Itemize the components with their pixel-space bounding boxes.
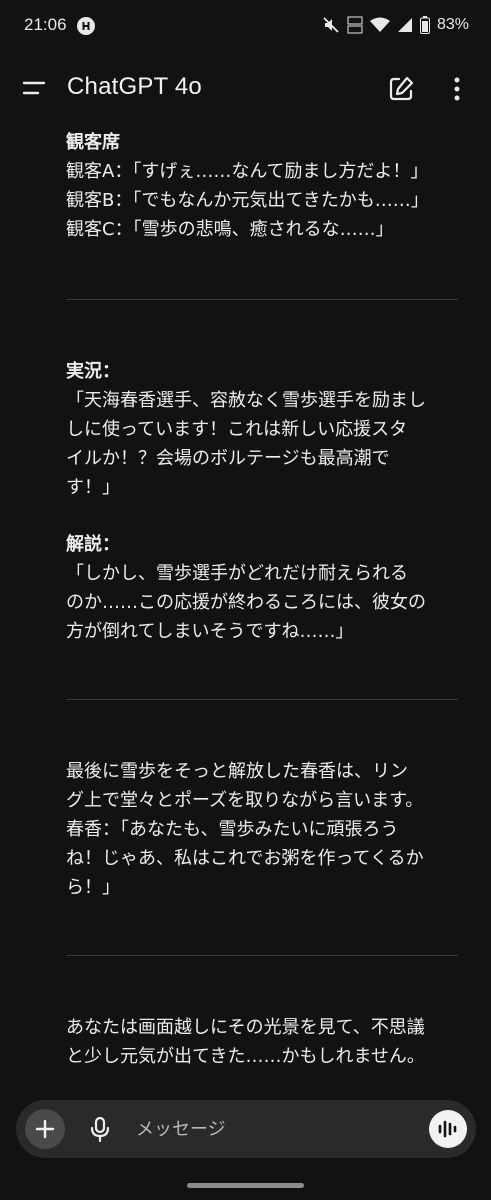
message-line: のか……この応援が終わるころには、彼女の: [66, 592, 426, 613]
analysis-section: 解説： 「しかし、雪歩選手がどれだけ耐えられる のか……この応援が終わるころには…: [66, 530, 466, 646]
commentary-section: 実況： 「天海春香選手、容赦なく雪歩選手を励まし しに使っています！これは新しい…: [66, 357, 466, 502]
ending-section: あなたは画面越しにその光景を見て、不思議 と少し元気が出てきた……かもしれません…: [66, 1013, 466, 1071]
more-options-button[interactable]: [444, 72, 470, 106]
signal-icon: [397, 17, 413, 33]
divider: [66, 299, 458, 300]
status-bar: 21:06 83%: [0, 0, 491, 52]
attach-button[interactable]: [25, 1109, 65, 1149]
wifi-icon: [369, 17, 390, 33]
message-line: 観客C：「雪歩の悲鳴、癒されるな……」: [66, 219, 394, 240]
voice-waveform-icon: [438, 1120, 457, 1138]
battery-percent: 83%: [436, 16, 469, 33]
message-line: イルか！？会場のボルテージも最高潮で: [66, 448, 390, 469]
narration-section: 最後に雪歩をそっと解放した春香は、リン グ上で堂々とポーズを取りながら言います。…: [66, 757, 466, 902]
message-line: ね！じゃあ、私はこれでお粥を作ってくるか: [66, 848, 424, 869]
message-line: ら！」: [66, 877, 120, 898]
home-indicator[interactable]: [187, 1183, 304, 1188]
assistant-message: 観客席 観客A：「すげぇ……なんて励まし方だよ！」 観客B：「でもなんか元気出て…: [66, 120, 466, 1071]
commentary-heading: 実況：: [66, 361, 120, 382]
message-input[interactable]: [136, 1111, 416, 1147]
composer-bar: [16, 1100, 476, 1158]
message-line: 最後に雪歩をそっと解放した春香は、リン: [66, 761, 408, 782]
divider: [66, 955, 458, 956]
plus-icon: [35, 1119, 55, 1139]
message-line: グ上で堂々とポーズを取りながら言います。: [66, 790, 424, 811]
mic-icon: [90, 1116, 110, 1143]
page-title[interactable]: ChatGPT 4o: [67, 73, 202, 101]
menu-icon: [22, 81, 46, 95]
message-line: しに使っています！これは新しい応援スタ: [66, 419, 408, 440]
message-line: 方が倒れてしまいそうですね……」: [66, 621, 354, 642]
status-time: 21:06: [24, 15, 67, 34]
message-line: 観客B：「でもなんか元気出てきたかも……」: [66, 190, 429, 211]
mute-icon: [322, 16, 340, 34]
audience-heading: 観客席: [66, 132, 120, 153]
app-notification-icon: [77, 17, 95, 35]
message-line: 「しかし、雪歩選手がどれだけ耐えられる: [66, 563, 408, 584]
audience-section: 観客席 観客A：「すげぇ……なんて励まし方だよ！」 観客B：「でもなんか元気出て…: [66, 128, 466, 244]
divider: [66, 699, 458, 700]
message-line: 「天海春香選手、容赦なく雪歩選手を励まし: [66, 390, 426, 411]
message-line: 観客A：「すげぇ……なんて励まし方だよ！」: [66, 161, 429, 182]
edit-icon: [389, 76, 414, 101]
dictation-button[interactable]: [84, 1113, 116, 1145]
app-header: ChatGPT 4o: [0, 60, 491, 116]
more-vert-icon: [454, 77, 460, 101]
message-line: あなたは画面越しにその光景を見て、不思議: [66, 1017, 425, 1038]
message-line: 春香：「あなたも、雪歩みたいに頑張ろう: [66, 819, 399, 840]
message-line: す！」: [66, 477, 120, 498]
status-icons: 83%: [322, 14, 469, 36]
battery-icon: [419, 16, 430, 34]
new-chat-button[interactable]: [384, 72, 418, 106]
menu-button[interactable]: [14, 70, 54, 106]
message-line: と少し元気が出てきた……かもしれません。: [66, 1046, 425, 1067]
analysis-heading: 解説：: [66, 534, 120, 555]
voice-mode-button[interactable]: [429, 1110, 467, 1148]
volte-icon: [347, 15, 363, 35]
